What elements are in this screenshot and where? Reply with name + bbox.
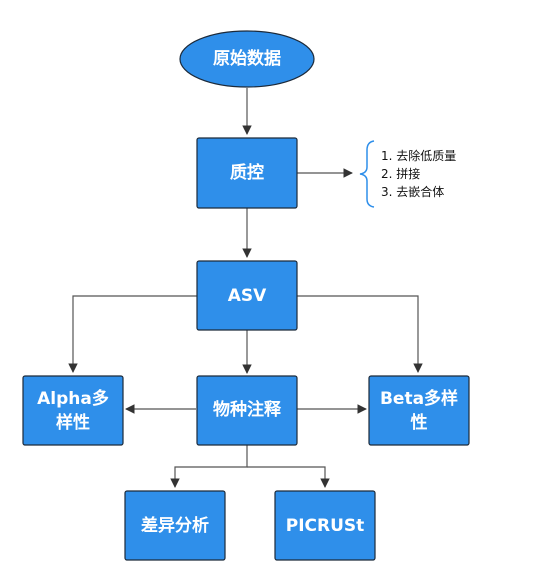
- node-beta-label-line-2: 性: [411, 412, 428, 433]
- node-asv: ASV: [196, 260, 298, 331]
- qc-brace: [359, 140, 375, 208]
- edge-asv-to-beta: [297, 295, 423, 373]
- qc-step-3: 3. 去嵌合体: [381, 184, 444, 199]
- beta-box: [368, 375, 470, 446]
- edge-taxonomy-to-picrust: [247, 466, 330, 488]
- node-picrust: PICRUSt: [274, 490, 376, 561]
- node-qc: 质控: [196, 137, 298, 209]
- node-diff-label: 差异分析: [141, 515, 209, 536]
- node-qc-label: 质控: [230, 162, 264, 183]
- node-beta: Beta多样 性: [368, 375, 470, 446]
- qc-step-2: 2. 拼接: [381, 166, 420, 181]
- node-taxonomy-label: 物种注释: [213, 399, 282, 420]
- edge-asv-to-alpha: [68, 295, 197, 373]
- qc-notes: 1. 去除低质量 2. 拼接 3. 去嵌合体: [359, 140, 456, 208]
- node-alpha-label-line-1: Alpha多: [37, 388, 109, 409]
- node-alpha-label-line-2: 样性: [56, 412, 90, 433]
- node-asv-label: ASV: [228, 286, 267, 306]
- node-alpha: Alpha多 样性: [22, 375, 124, 446]
- node-diff: 差异分析: [124, 490, 226, 561]
- node-taxonomy: 物种注释: [196, 375, 298, 446]
- edge-taxonomy-to-diff: [170, 444, 248, 488]
- qc-step-1: 1. 去除低质量: [381, 148, 456, 163]
- node-raw-data: 原始数据: [179, 30, 315, 88]
- flowchart: 原始数据 质控 1. 去除低质量 2. 拼接 3. 去嵌合体 ASV Alpha…: [22, 30, 470, 561]
- node-picrust-label: PICRUSt: [286, 516, 365, 536]
- alpha-box: [22, 375, 124, 446]
- node-raw-data-label: 原始数据: [213, 48, 281, 69]
- node-beta-label-line-1: Beta多样: [380, 388, 458, 409]
